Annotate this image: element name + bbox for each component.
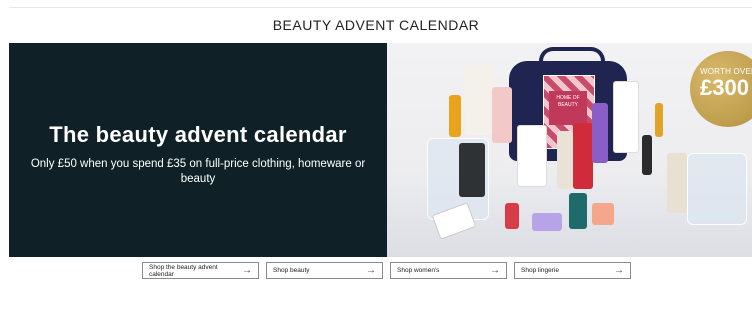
ice-block-right — [687, 153, 747, 225]
white-bottle — [517, 125, 547, 187]
shop-buttons-row: Shop the beauty advent calendar → Shop b… — [142, 262, 631, 279]
arrow-right-icon: → — [490, 264, 500, 276]
banner-subtext: Only £50 when you spend £35 on full-pric… — [30, 157, 366, 185]
purple-tube — [592, 103, 608, 163]
vanity-case-handle — [539, 47, 605, 73]
banner-text-panel: The beauty advent calendar Only £50 when… — [9, 43, 387, 257]
shop-lingerie-button[interactable]: Shop lingerie → — [514, 262, 631, 279]
black-tube — [459, 143, 485, 197]
shop-beauty-button[interactable]: Shop beauty → — [266, 262, 383, 279]
top-divider — [9, 7, 752, 8]
vanity-case-label: HOME OF BEAUTY — [549, 91, 587, 125]
red-bottle — [505, 203, 519, 229]
shop-beauty-label: Shop beauty — [273, 267, 310, 274]
shop-advent-calendar-button[interactable]: Shop the beauty advent calendar → — [142, 262, 259, 279]
purple-jar — [532, 213, 562, 231]
red-tube — [573, 123, 593, 189]
pink-tube — [492, 87, 512, 143]
oil-bottle — [655, 103, 663, 137]
section-title: BEAUTY ADVENT CALENDAR — [272, 17, 480, 33]
shop-womens-label: Shop women's — [397, 267, 440, 274]
teal-bottle — [569, 193, 587, 229]
advent-calendar-image[interactable]: HOME OF BEAUTY WORTH OVER £300 — [387, 43, 752, 257]
worth-badge-value: £300 — [700, 75, 749, 100]
serum-tube — [557, 131, 573, 189]
worth-over-badge: WORTH OVER £300 — [690, 51, 752, 127]
banner-headline: The beauty advent calendar — [49, 121, 347, 147]
peach-jar — [592, 203, 614, 225]
shop-advent-calendar-label: Shop the beauty advent calendar — [149, 263, 218, 278]
arrow-right-icon: → — [614, 264, 624, 276]
white-jar — [613, 81, 639, 153]
mascara — [642, 135, 652, 175]
arrow-right-icon: → — [242, 264, 252, 276]
yellow-tube — [449, 95, 461, 137]
beige-bottle — [667, 153, 687, 213]
body-whip-bottle — [465, 65, 495, 135]
promo-banner[interactable]: The beauty advent calendar Only £50 when… — [9, 43, 752, 257]
shop-lingerie-label: Shop lingerie — [521, 267, 559, 274]
shop-womens-button[interactable]: Shop women's → — [390, 262, 507, 279]
arrow-right-icon: → — [366, 264, 376, 276]
